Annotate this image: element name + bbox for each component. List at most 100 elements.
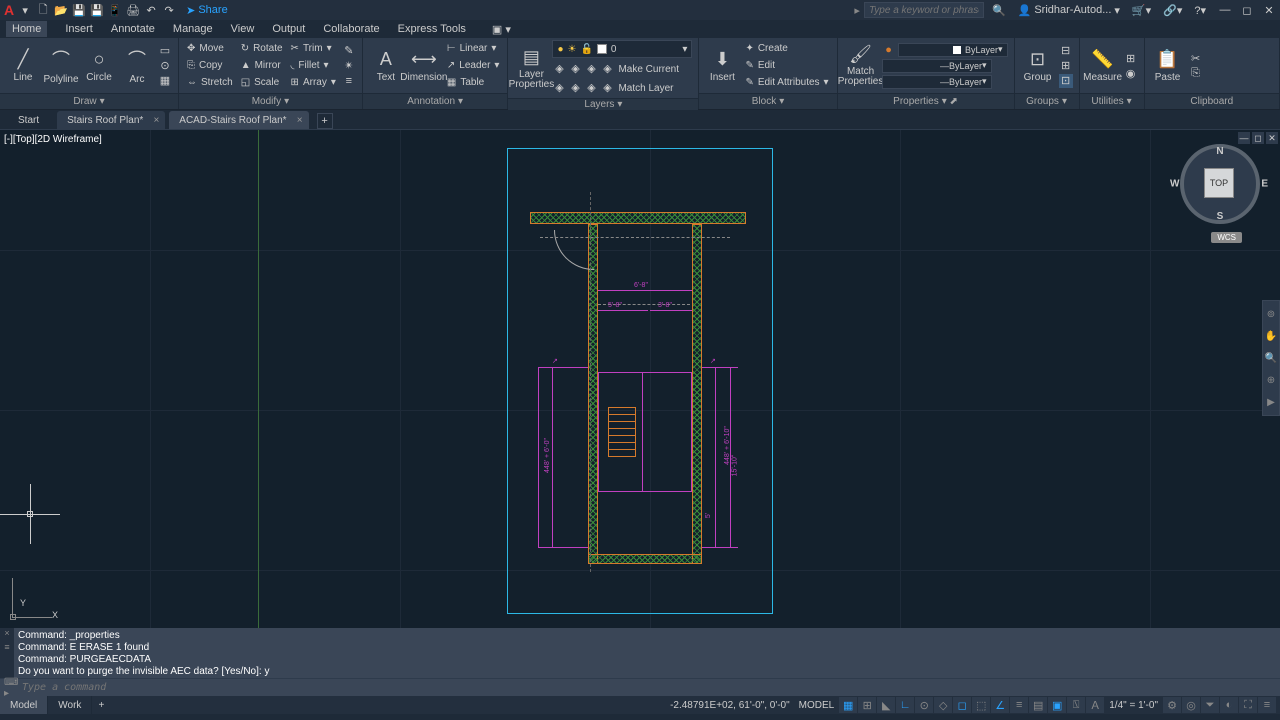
cmd-handle-icon[interactable]: ≡	[0, 642, 14, 656]
edit-button[interactable]: ✎ Edit	[743, 58, 830, 74]
copy-clip-icon[interactable]: ⎘	[1189, 66, 1203, 80]
search-input[interactable]	[864, 2, 984, 18]
layer-dropdown[interactable]: ● ☀ 🔓 0 ▾	[552, 40, 692, 58]
move-button[interactable]: ✥ Move	[185, 41, 235, 57]
coords-display[interactable]: -2.48791E+02, 61'-0", 0'-0"	[666, 700, 794, 711]
layer-mini-5[interactable]: ◈	[552, 80, 566, 94]
layer-mini-6[interactable]: ◈	[568, 80, 582, 94]
tab-collaborate[interactable]: Collaborate	[323, 23, 379, 35]
layer-mini-4[interactable]: ◈	[600, 61, 614, 75]
tab-view[interactable]: View	[231, 23, 255, 35]
anno-scale[interactable]: ⍂	[1067, 697, 1085, 713]
ortho-toggle[interactable]: ∟	[896, 697, 914, 713]
layer-mini-7[interactable]: ◈	[584, 80, 598, 94]
close-button[interactable]: ✕	[1262, 3, 1276, 17]
featured-apps-icon[interactable]: ▣ ▾	[492, 23, 511, 36]
measure-button[interactable]: 📏Measure	[1086, 41, 1120, 91]
panel-groups-title[interactable]: Groups ▾	[1015, 93, 1079, 109]
search-icon[interactable]: 🔍	[992, 4, 1006, 17]
vp-max-icon[interactable]: ◻	[1252, 132, 1264, 144]
steering-wheel-icon[interactable]: ⊚	[1263, 305, 1279, 323]
insert-button[interactable]: ⬇Insert	[705, 41, 739, 91]
group-icon-3[interactable]: ⊡	[1059, 74, 1073, 88]
pan-icon[interactable]: ✋	[1263, 327, 1279, 345]
rotate-button[interactable]: ↻ Rotate	[239, 41, 285, 57]
hw-accel[interactable]: ⏷	[1201, 697, 1219, 713]
ws-switch[interactable]: ⚙	[1163, 697, 1181, 713]
view-label[interactable]: [-][Top][2D Wireframe]	[4, 134, 102, 145]
clean-screen[interactable]: ⛶	[1239, 697, 1257, 713]
anno-vis-toggle[interactable]: Ａ	[1086, 697, 1104, 713]
zoom-icon[interactable]: 🔍	[1263, 349, 1279, 367]
explode-icon[interactable]: ✴	[342, 59, 356, 73]
iso-toggle[interactable]: ◇	[934, 697, 952, 713]
cmd-close-icon[interactable]: ×	[0, 628, 14, 642]
wcs-badge[interactable]: WCS	[1211, 232, 1242, 243]
drawing-canvas[interactable]: [-][Top][2D Wireframe] — ◻ ✕ 6'-8" 5'-8"…	[0, 130, 1280, 628]
viewcube-top[interactable]: TOP	[1204, 168, 1234, 198]
util-icon-2[interactable]: ◉	[1124, 66, 1138, 80]
mirror-button[interactable]: ▲ Mirror	[239, 58, 285, 74]
orbit-icon[interactable]: ⊕	[1263, 371, 1279, 389]
erase-icon[interactable]: ✎	[342, 44, 356, 58]
line-button[interactable]: ╱Line	[6, 41, 40, 91]
new-tab-button[interactable]: +	[317, 113, 333, 129]
infer-toggle[interactable]: ◣	[877, 697, 895, 713]
snap-toggle[interactable]: ⊞	[858, 697, 876, 713]
osnap-toggle[interactable]: ◻	[953, 697, 971, 713]
create-button[interactable]: ✦ Create	[743, 41, 830, 57]
open-icon[interactable]: 📂	[54, 3, 68, 17]
cart-icon[interactable]: 🛒▾	[1132, 4, 1151, 17]
rect-icon[interactable]: ▭	[158, 44, 172, 58]
isolate-toggle[interactable]: ◐	[1220, 697, 1238, 713]
tab-manage[interactable]: Manage	[173, 23, 213, 35]
arc-button[interactable]: ⌒Arc	[120, 41, 154, 91]
tab-file-1[interactable]: Stairs Roof Plan*×	[57, 111, 165, 129]
panel-modify-title[interactable]: Modify ▾	[179, 93, 362, 109]
panel-annotation-title[interactable]: Annotation ▾	[363, 93, 508, 109]
search-caret-icon[interactable]: ▸	[854, 4, 860, 17]
fillet-button[interactable]: ◟ Fillet ▾	[289, 58, 338, 74]
linear-button[interactable]: ⊢ Linear ▾	[445, 41, 502, 57]
layer-mini-3[interactable]: ◈	[584, 61, 598, 75]
match-properties-button[interactable]: 🖌Match Properties	[844, 41, 878, 91]
sel-toggle[interactable]: ▣	[1048, 697, 1066, 713]
grid-toggle[interactable]: ▦	[839, 697, 857, 713]
share-button[interactable]: ➤ Share	[186, 4, 228, 17]
save-icon[interactable]: 💾	[72, 3, 86, 17]
layer-mini-8[interactable]: ◈	[600, 80, 614, 94]
vp-min-icon[interactable]: —	[1238, 132, 1250, 144]
copy-button[interactable]: ⎘ Copy	[185, 58, 235, 74]
web-icon[interactable]: 📱	[108, 3, 122, 17]
text-button[interactable]: AText	[369, 41, 403, 91]
tab-express-tools[interactable]: Express Tools	[398, 23, 466, 35]
offset-icon[interactable]: ≡	[342, 74, 356, 88]
anno-monitor[interactable]: ◎	[1182, 697, 1200, 713]
customize[interactable]: ≡	[1258, 697, 1276, 713]
tab-output[interactable]: Output	[272, 23, 305, 35]
hatch-icon[interactable]: ▦	[158, 74, 172, 88]
layer-mini-2[interactable]: ◈	[568, 61, 582, 75]
undo-icon[interactable]: ↶	[144, 3, 158, 17]
panel-utilities-title[interactable]: Utilities ▾	[1080, 93, 1144, 109]
match-layer-button[interactable]: Match Layer	[616, 80, 675, 96]
add-layout-button[interactable]: +	[92, 696, 110, 714]
tab-home[interactable]: Home	[6, 21, 47, 37]
tab-start[interactable]: Start	[4, 111, 53, 129]
scale-button[interactable]: ◱ Scale	[239, 75, 285, 91]
color-dropdown[interactable]: ByLayer ▾	[898, 43, 1008, 57]
panel-block-title[interactable]: Block ▾	[699, 93, 836, 109]
lwt-toggle[interactable]: ≡	[1010, 697, 1028, 713]
panel-layers-title[interactable]: Layers ▾	[508, 98, 698, 110]
tab-file-2[interactable]: ACAD-Stairs Roof Plan*×	[169, 111, 308, 129]
space-badge[interactable]: MODEL	[795, 700, 839, 711]
work-tab[interactable]: Work	[48, 696, 92, 714]
dimension-button[interactable]: ⟷Dimension	[407, 41, 441, 91]
model-tab[interactable]: Model	[0, 696, 48, 714]
make-current-button[interactable]: Make Current	[616, 61, 681, 77]
lineweight-dropdown[interactable]: — ByLayer ▾	[882, 59, 992, 73]
panel-draw-title[interactable]: Draw ▾	[0, 93, 178, 109]
command-input[interactable]	[22, 682, 1276, 693]
layer-properties-button[interactable]: ▤Layer Properties	[514, 43, 548, 93]
table-button[interactable]: ▦ Table	[445, 75, 502, 91]
